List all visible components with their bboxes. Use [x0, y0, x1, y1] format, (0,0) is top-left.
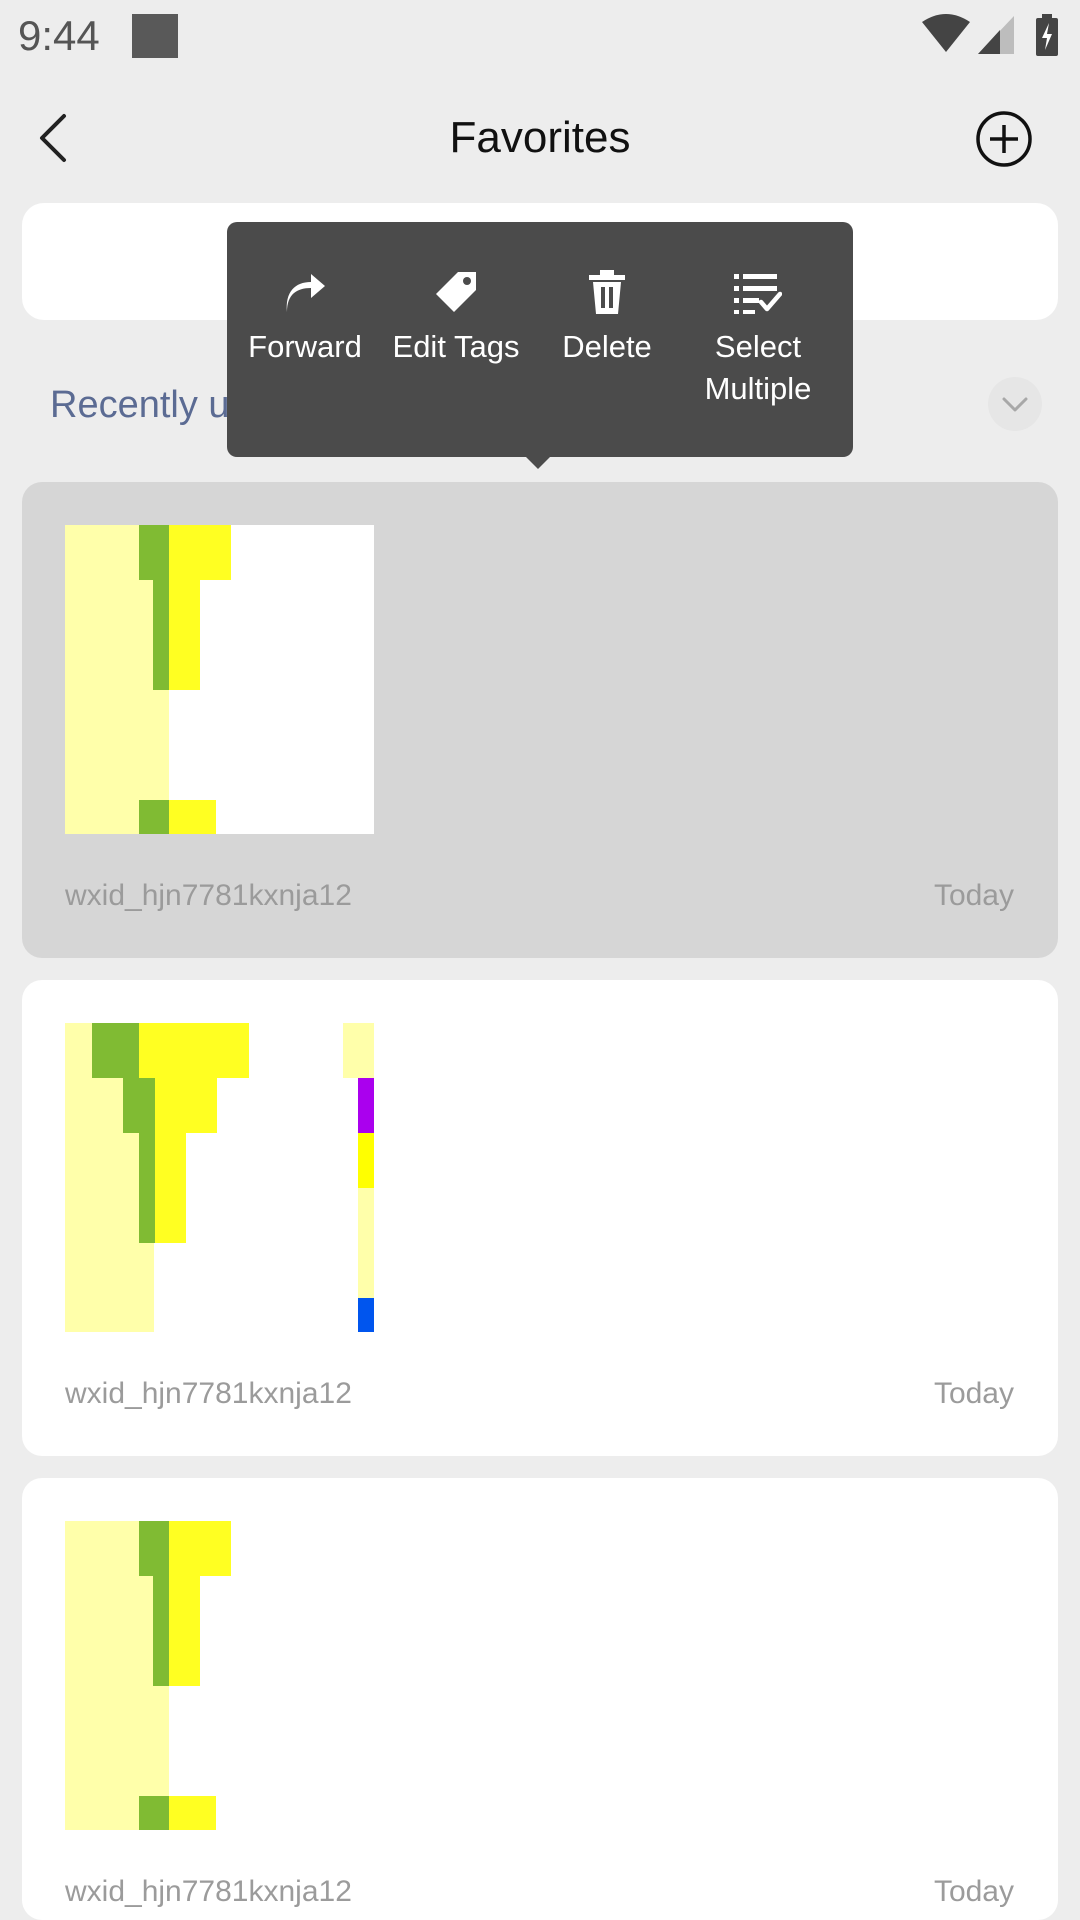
- notification-icon: [132, 14, 178, 58]
- menu-item-label: Select Multiple: [704, 329, 812, 406]
- trash-icon: [589, 270, 625, 314]
- item-author: wxid_hjn7781kxnja12: [65, 1875, 352, 1908]
- signal-icon: [978, 16, 1014, 54]
- image-thumbnail: [65, 1521, 374, 1830]
- menu-item-label: Forward: [248, 329, 362, 364]
- menu-item-label: Delete: [562, 329, 652, 364]
- chevron-down-icon: [1002, 397, 1028, 412]
- tag-icon: [436, 272, 476, 312]
- menu-pointer: [524, 455, 552, 469]
- context-menu: Forward Edit Tags Delete Select Multiple: [227, 222, 853, 457]
- page-title: Favorites: [449, 113, 631, 162]
- select-multiple-menu-item[interactable]: Select Multiple: [680, 262, 836, 410]
- item-date: Today: [933, 1875, 1014, 1908]
- menu-item-label: Edit Tags: [392, 329, 520, 364]
- status-time: 9:44: [18, 12, 100, 59]
- image-thumbnail: [65, 525, 374, 834]
- select-multiple-icon: [734, 274, 782, 314]
- expand-button[interactable]: [988, 377, 1042, 431]
- forward-arrow-icon: [286, 274, 325, 312]
- delete-menu-item[interactable]: Delete: [529, 262, 685, 368]
- wifi-icon: [922, 14, 970, 52]
- item-date: Today: [933, 1377, 1014, 1410]
- favorite-item[interactable]: wxid_hjn7781kxnja12 Today: [22, 980, 1058, 1456]
- item-author: wxid_hjn7781kxnja12: [65, 879, 352, 912]
- favorite-item[interactable]: wxid_hjn7781kxnja12 Today: [22, 482, 1058, 958]
- edit-tags-menu-item[interactable]: Edit Tags: [378, 262, 534, 368]
- item-date: Today: [933, 879, 1014, 912]
- item-author: wxid_hjn7781kxnja12: [65, 1377, 352, 1410]
- battery-charging-icon: [1036, 14, 1058, 56]
- favorite-item[interactable]: wxid_hjn7781kxnja12 Today: [22, 1478, 1058, 1920]
- add-icon[interactable]: [975, 110, 1033, 168]
- forward-menu-item[interactable]: Forward: [227, 262, 383, 368]
- image-thumbnail: [65, 1023, 374, 1332]
